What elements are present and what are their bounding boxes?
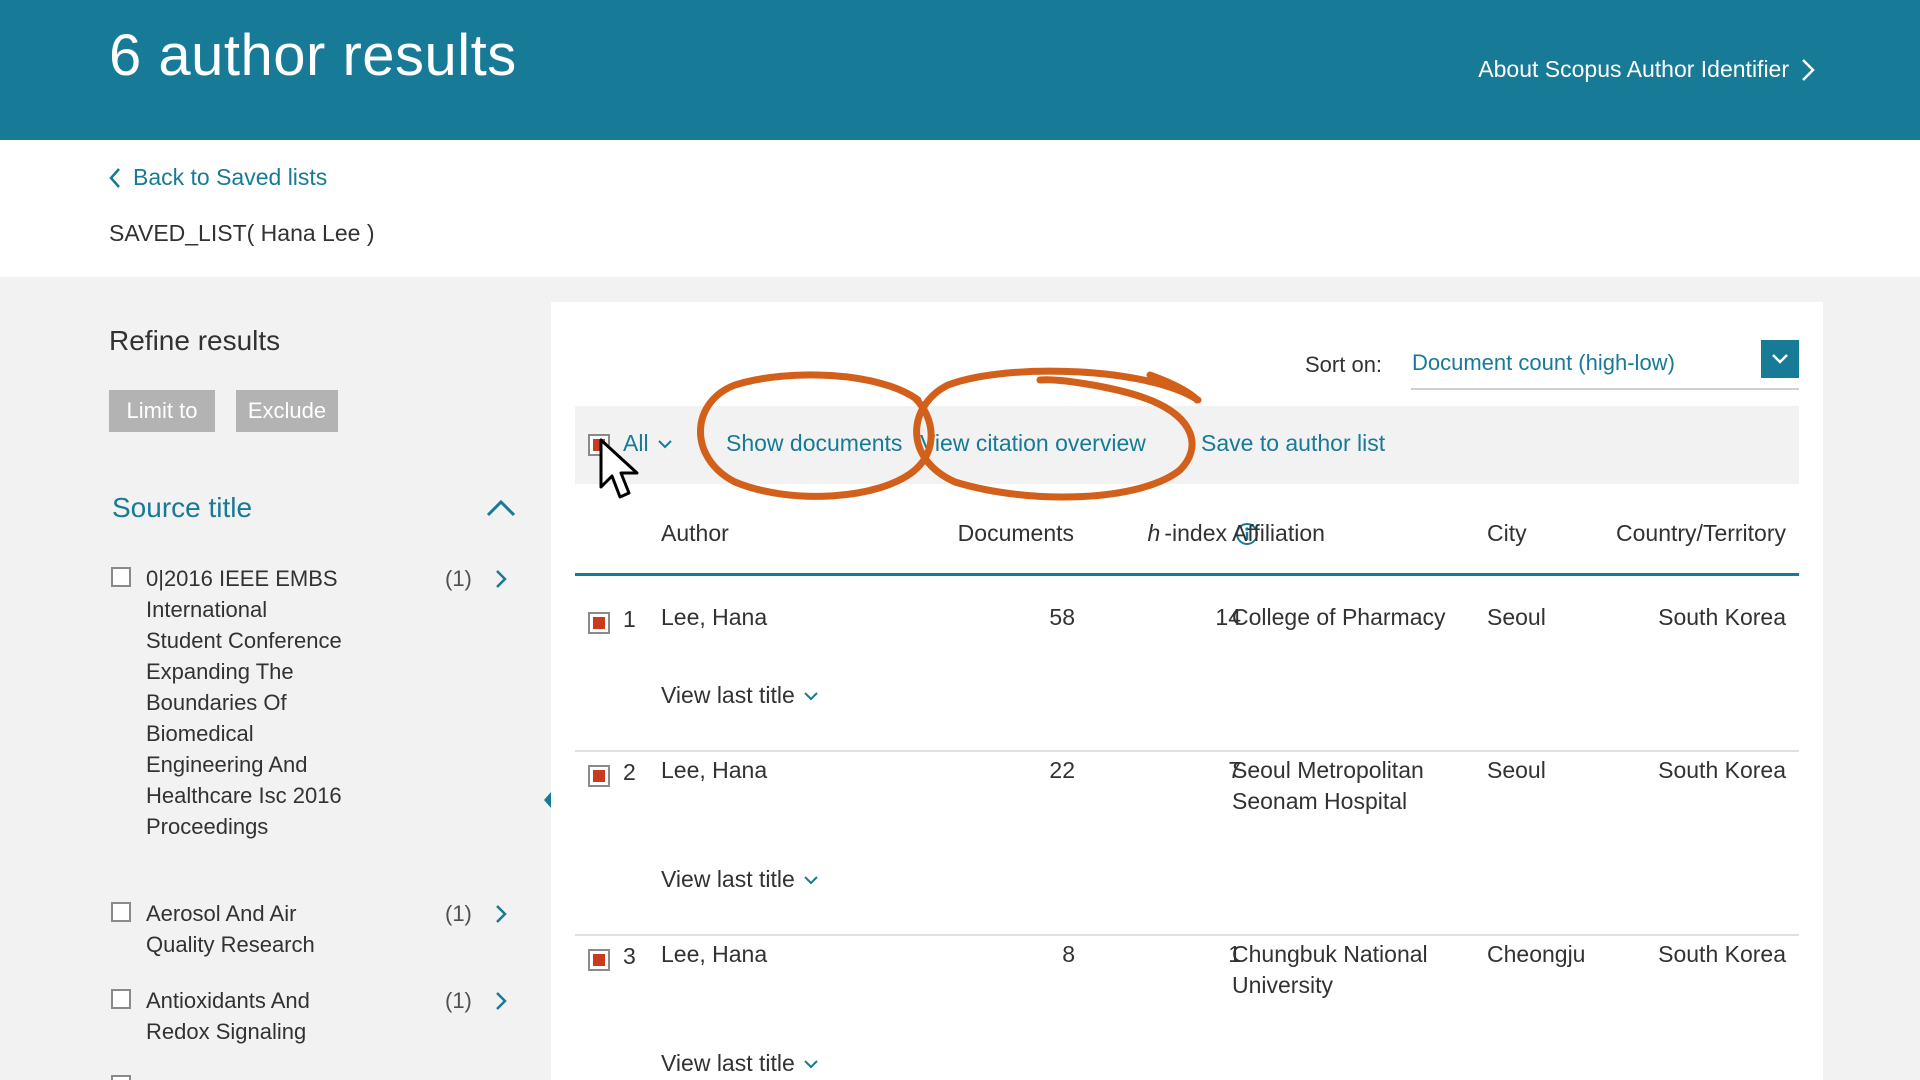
view-last-title-label: View last title [661,1050,795,1076]
facet-label: Aerosol And Air Quality Research [146,901,315,957]
results-toolbar: All Show documents View citation overvie… [575,406,1799,484]
view-last-title-toggle[interactable]: View last title [661,866,819,893]
row-number: 1 [623,606,636,632]
column-header-documents[interactable]: Documents [881,520,1074,547]
country: South Korea [1658,941,1786,967]
h-index-value: 1 [1228,941,1241,967]
document-count[interactable]: 58 [875,602,1075,633]
results-panel: Sort on: Document count (high-low) All S… [551,302,1823,1080]
chevron-down-icon [804,691,818,700]
chevron-right-icon[interactable] [495,569,507,589]
source-title-heading: Source title [112,492,253,523]
row-checkbox[interactable] [588,949,610,971]
affiliation: College of Pharmacy [1232,604,1446,630]
sort-select[interactable]: Document count (high-low) [1411,340,1799,390]
chevron-down-icon [804,875,818,884]
facet-checkbox[interactable] [111,902,131,922]
table-row: 3 Lee, Hana 8 1 Chungbuk National Univer… [575,935,1799,1080]
hindex-h: h [1147,520,1161,546]
city: Seoul [1487,757,1546,783]
page-title: 6 author results [109,23,517,88]
row-checkbox[interactable] [588,612,610,634]
sort-value: Document count (high-low) [1412,350,1675,375]
hindex-label: -index [1164,520,1227,546]
source-title-section-toggle[interactable]: Source title [112,492,517,524]
city: Cheongju [1487,941,1586,967]
facet-checkbox[interactable] [111,567,131,587]
chevron-down-icon [804,1059,818,1068]
document-count[interactable]: 8 [875,939,1075,970]
h-index-value: 14 [1215,604,1241,630]
facet-item: 0|2016 IEEE EMBS International Student C… [109,563,529,839]
about-author-identifier-link[interactable]: About Scopus Author Identifier [1478,56,1815,83]
facet-label: 0|2016 IEEE EMBS International Student C… [146,566,342,839]
column-header-country[interactable]: Country/Territory [1561,520,1786,547]
page-header: 6 author results About Scopus Author Ide… [0,0,1920,140]
facet-count: (1) [445,566,472,591]
chevron-down-icon [1772,354,1788,364]
view-last-title-label: View last title [661,682,795,708]
facet-checkbox[interactable] [111,989,131,1009]
view-last-title-toggle[interactable]: View last title [661,1050,819,1077]
show-documents-link[interactable]: Show documents [726,430,902,457]
city: Seoul [1487,604,1546,630]
view-citation-overview-link[interactable]: View citation overview [920,430,1146,457]
limit-to-button[interactable]: Limit to [109,390,215,432]
column-header-city[interactable]: City [1487,520,1527,547]
exclude-button[interactable]: Exclude [236,390,338,432]
chevron-up-icon [486,499,516,517]
view-last-title-label: View last title [661,866,795,892]
mouse-cursor-icon [599,438,639,499]
back-link-label: Back to Saved lists [133,164,328,190]
chevron-left-icon [109,167,120,188]
header-divider [575,573,1799,576]
author-name-link[interactable]: Lee, Hana [661,939,767,970]
facet-item-partial [109,1073,529,1080]
facet-label: Antioxidants And Redox Signaling [146,988,310,1044]
facet-item: Aerosol And Air Quality Research (1) [109,898,529,960]
chevron-right-icon[interactable] [495,991,507,1011]
chevron-right-icon[interactable] [495,904,507,924]
column-header-affiliation[interactable]: Affiliation [1232,520,1325,547]
row-number: 3 [623,943,636,969]
column-header-author[interactable]: Author [661,520,729,547]
table-row: 2 Lee, Hana 22 7 Seoul Metropolitan Seon… [575,751,1799,936]
chevron-down-icon [657,439,672,448]
about-link-label: About Scopus Author Identifier [1478,56,1789,82]
saved-list-name: SAVED_LIST( Hana Lee ) [109,220,375,246]
country: South Korea [1658,757,1786,783]
table-row: 1 Lee, Hana 58 14 College of Pharmacy Se… [575,598,1799,758]
country: South Korea [1658,604,1786,630]
chevron-right-icon [1802,58,1815,81]
h-index-value: 7 [1228,757,1241,783]
facet-count: (1) [445,901,472,926]
sort-label: Sort on: [1305,352,1383,377]
affiliation: Chungbuk National University [1232,941,1428,998]
facet-checkbox[interactable] [111,1075,131,1080]
author-name-link[interactable]: Lee, Hana [661,755,767,786]
row-number: 2 [623,759,636,785]
view-last-title-toggle[interactable]: View last title [661,682,819,709]
sort-dropdown-button[interactable] [1761,340,1799,378]
row-checkbox[interactable] [588,765,610,787]
subheader: Back to Saved lists SAVED_LIST( Hana Lee… [0,140,1920,277]
facet-count: (1) [445,988,472,1013]
back-to-saved-lists-link[interactable]: Back to Saved lists [109,164,327,191]
facet-item: Antioxidants And Redox Signaling (1) [109,985,529,1047]
refine-results-title: Refine results [109,325,281,356]
document-count[interactable]: 22 [875,755,1075,786]
affiliation: Seoul Metropolitan Seonam Hospital [1232,757,1424,814]
author-name-link[interactable]: Lee, Hana [661,602,767,633]
save-to-author-list-link[interactable]: Save to author list [1201,430,1385,457]
refine-sidebar: Refine results Limit to Exclude Source t… [109,277,529,1080]
